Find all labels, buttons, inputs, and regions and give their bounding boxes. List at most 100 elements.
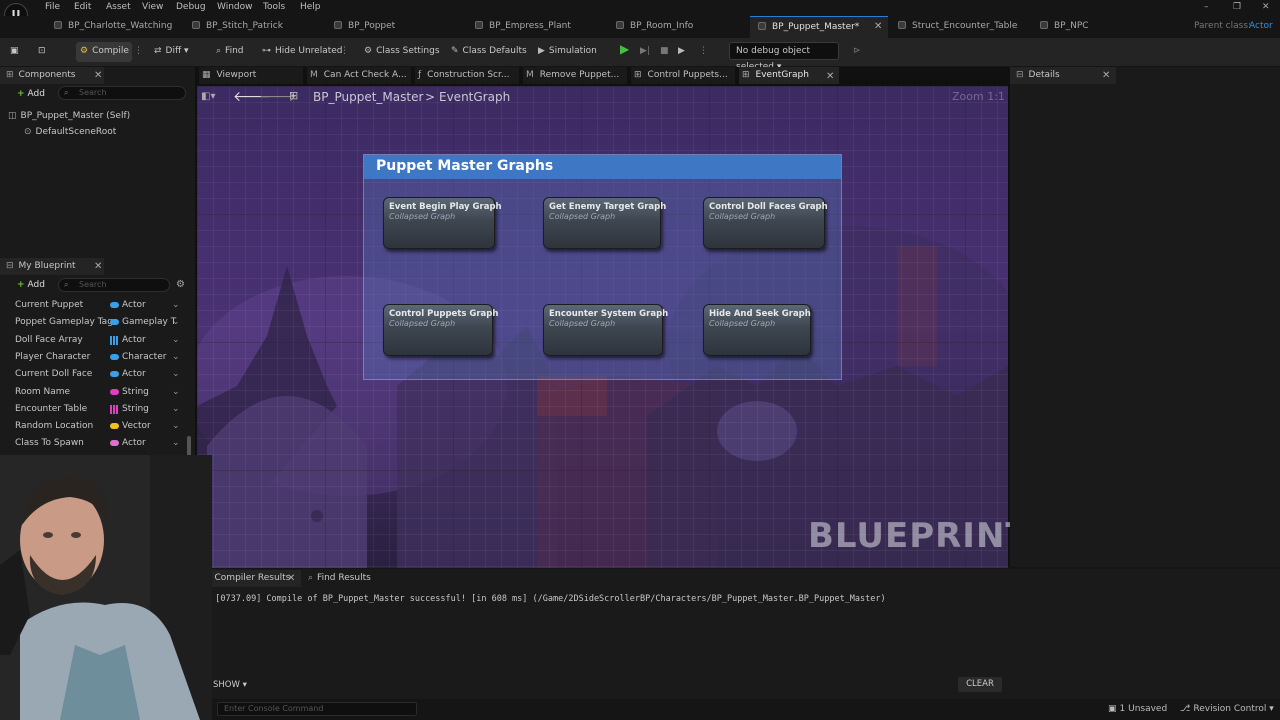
chevron-down-icon[interactable]: ⌄: [172, 314, 180, 331]
variable-row[interactable]: Current Doll Face Actor ⌄: [0, 366, 190, 383]
components-tab[interactable]: ⊞ Components: [0, 67, 104, 84]
tab-bp-npc[interactable]: BP_NPC: [1040, 16, 1140, 38]
my-blueprint-search-input[interactable]: ⌕ Search: [58, 278, 170, 292]
components-search-input[interactable]: ⌕ Search: [58, 86, 186, 100]
collapsed-graph-node[interactable]: Control Puppets Graph Collapsed Graph: [383, 304, 498, 356]
tab-struct-encounter-table[interactable]: Struct_Encounter_Table: [898, 16, 1036, 38]
clear-button[interactable]: CLEAR: [958, 677, 1002, 692]
variable-row[interactable]: Encounter Table String ⌄: [0, 401, 190, 418]
eject-icon[interactable]: ▶: [678, 44, 685, 60]
class-defaults-button[interactable]: ✎ Class Defaults: [451, 44, 527, 60]
debug-browse-icon[interactable]: ⊳: [853, 44, 861, 60]
play-options-icon[interactable]: ⋮: [699, 44, 708, 60]
chevron-down-icon[interactable]: ⌄: [172, 349, 180, 366]
find-results-tab[interactable]: ⌕ Find Results: [303, 570, 383, 587]
components-close-icon[interactable]: ✕: [94, 70, 102, 81]
compiler-results-close-icon[interactable]: ✕: [287, 573, 295, 584]
compile-button[interactable]: ⚙ Compile: [80, 44, 129, 60]
show-button[interactable]: SHOW ▾: [213, 678, 253, 692]
menu-file[interactable]: File: [45, 2, 60, 12]
tab-bp-room-info[interactable]: BP_Room_Info: [616, 16, 746, 38]
chevron-down-icon[interactable]: ⌄: [172, 332, 180, 349]
diff-button[interactable]: ⇄ Diff ▾: [154, 44, 189, 60]
chevron-down-icon[interactable]: ⌄: [172, 418, 180, 435]
menu-asset[interactable]: Asset: [106, 2, 131, 12]
chevron-down-icon[interactable]: ⌄: [172, 435, 180, 452]
node-subtitle: Collapsed Graph: [549, 212, 616, 221]
breadcrumb-graph[interactable]: EventGraph: [439, 90, 510, 104]
tab-bp-empress-plant[interactable]: BP_Empress_Plant: [475, 16, 615, 38]
graph-tab[interactable]: ⊞ Control Puppets...: [631, 67, 735, 84]
variable-row[interactable]: Current Puppet Actor ⌄: [0, 297, 190, 314]
compile-options-icon[interactable]: ⋮: [134, 44, 143, 60]
variable-row[interactable]: Class To Spawn Actor ⌄: [0, 435, 190, 452]
my-blueprint-close-icon[interactable]: ✕: [94, 261, 102, 272]
restore-icon[interactable]: ❐: [1233, 2, 1241, 12]
hide-options-icon[interactable]: ⋮: [340, 44, 349, 60]
variable-row[interactable]: Doll Face Array Actor ⌄: [0, 332, 190, 349]
menu-debug[interactable]: Debug: [176, 2, 206, 12]
menu-window[interactable]: Window: [217, 2, 253, 12]
hide-unrelated-button[interactable]: ⊶ Hide Unrelated: [262, 44, 343, 60]
tab-bp-puppet-master[interactable]: BP_Puppet_Master*: [750, 16, 888, 38]
breadcrumb-blueprint[interactable]: BP_Puppet_Master: [313, 90, 423, 104]
class-settings-button[interactable]: ⚙ Class Settings: [364, 44, 440, 60]
variable-row[interactable]: Random Location Vector ⌄: [0, 418, 190, 435]
blueprint-watermark: BLUEPRINT: [808, 516, 1030, 556]
menu-view[interactable]: View: [142, 2, 163, 12]
minimize-icon[interactable]: –: [1204, 2, 1209, 12]
variable-row[interactable]: Player Character Character ⌄: [0, 349, 190, 366]
chevron-down-icon[interactable]: ⌄: [172, 297, 180, 314]
window-close-icon[interactable]: ✕: [1262, 2, 1270, 12]
parent-class-link[interactable]: Actor: [1249, 16, 1273, 38]
find-button[interactable]: ⌕ Find: [216, 44, 244, 60]
debug-object-select[interactable]: No debug object selected ▾: [729, 42, 839, 72]
details-close-icon[interactable]: ✕: [1102, 70, 1110, 81]
variable-name: Current Puppet: [15, 300, 84, 310]
graph-tab[interactable]: M Can Act Check A...: [307, 67, 411, 84]
eventgraph-close-icon[interactable]: ✕: [826, 71, 834, 82]
comment-title[interactable]: Puppet Master Graphs: [364, 155, 841, 179]
menu-help[interactable]: Help: [300, 2, 321, 12]
collapsed-graph-node[interactable]: Event Begin Play Graph Collapsed Graph: [383, 197, 502, 249]
bookmark-icon[interactable]: ◧▾: [201, 91, 215, 102]
my-blueprint-tab[interactable]: ⊟ My Blueprint: [0, 258, 104, 275]
collapsed-graph-node[interactable]: Hide And Seek Graph Collapsed Graph: [703, 304, 811, 356]
tab-bp-poppet[interactable]: BP_Poppet: [334, 16, 464, 38]
revision-control-button[interactable]: ⎇ Revision Control ▾: [1180, 704, 1274, 714]
variable-row[interactable]: Room Name String ⌄: [0, 384, 190, 401]
play-icon[interactable]: ▶: [620, 42, 629, 58]
graph-tab[interactable]: ⊞ EventGraph: [739, 67, 839, 84]
console-command-input[interactable]: Enter Console Command: [217, 702, 417, 716]
tab-bp-charlotte-watching[interactable]: BP_Charlotte_Watching: [50, 16, 190, 38]
graph-tab[interactable]: ▦ Viewport: [199, 67, 303, 84]
compiler-results-tab[interactable]: ▤Compiler Results: [197, 570, 301, 587]
browse-icon[interactable]: ⊡: [38, 44, 46, 60]
tab-close-icon[interactable]: ✕: [874, 21, 882, 32]
settings-gear-icon[interactable]: ⚙: [176, 279, 185, 290]
tab-bp-stitch-patrick[interactable]: BP_Stitch_Patrick: [192, 16, 327, 38]
component-root[interactable]: ◫ BP_Puppet_Master (Self): [8, 111, 130, 121]
collapsed-graph-node[interactable]: Get Enemy Target Graph Collapsed Graph: [543, 197, 666, 249]
variable-row[interactable]: Poppet Gameplay Tags Gameplay T ⌄: [0, 314, 190, 331]
collapsed-graph-node[interactable]: Encounter System Graph Collapsed Graph: [543, 304, 668, 356]
graph-tab-label: Control Puppets...: [647, 70, 728, 80]
chevron-down-icon[interactable]: ⌄: [172, 366, 180, 383]
save-icon[interactable]: ▣: [10, 44, 19, 60]
variable-type: Vector: [122, 421, 151, 432]
simulation-button[interactable]: ▶ Simulation: [538, 44, 597, 60]
menu-tools[interactable]: Tools: [263, 2, 285, 12]
chevron-down-icon[interactable]: ⌄: [172, 401, 180, 418]
add-member-button[interactable]: + Add: [14, 278, 46, 292]
add-component-button[interactable]: + Add: [14, 87, 46, 101]
details-tab[interactable]: ⊟ Details: [1010, 67, 1116, 84]
stop-icon[interactable]: ■: [660, 44, 669, 60]
chevron-down-icon[interactable]: ⌄: [172, 384, 180, 401]
component-default-scene-root[interactable]: ⊙ DefaultSceneRoot: [24, 127, 116, 137]
graph-tab[interactable]: M Remove Puppet...: [523, 67, 627, 84]
menu-edit[interactable]: Edit: [74, 2, 91, 12]
step-icon[interactable]: ▶|: [640, 44, 650, 60]
collapsed-graph-node[interactable]: Control Doll Faces Graph Collapsed Graph: [703, 197, 828, 249]
graph-tab[interactable]: ƒ Construction Scr...: [415, 67, 519, 84]
unsaved-indicator[interactable]: ▣ 1 Unsaved: [1108, 704, 1167, 714]
